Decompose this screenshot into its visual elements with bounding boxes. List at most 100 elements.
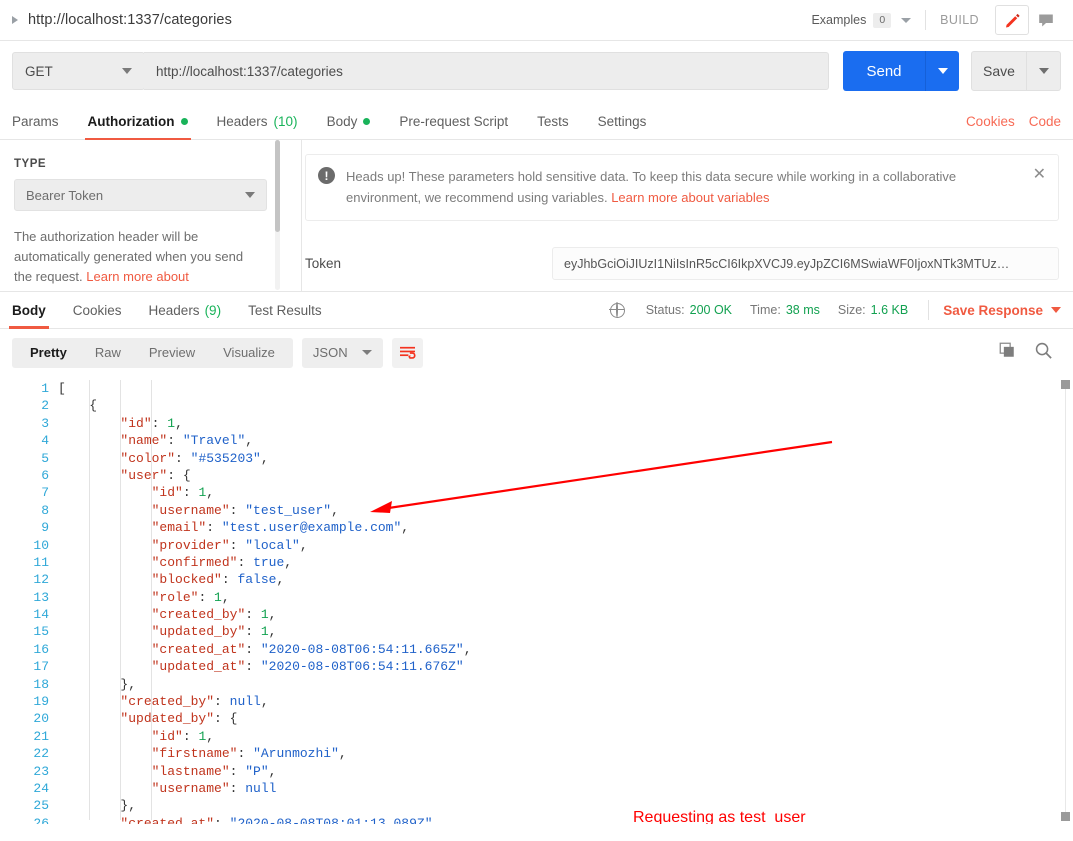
view-mode-preview[interactable]: Preview <box>135 338 209 368</box>
code-line: }, <box>120 798 137 814</box>
indent-guide <box>151 380 152 820</box>
code-link[interactable]: Code <box>1029 114 1061 129</box>
line-number: 13 <box>33 589 49 605</box>
line-number: 3 <box>41 415 49 431</box>
line-number: 18 <box>33 676 49 692</box>
close-icon[interactable]: ✕ <box>1033 167 1046 208</box>
modified-indicator-icon <box>180 118 188 125</box>
send-options-button[interactable] <box>925 51 959 91</box>
line-number: 12 <box>33 572 49 588</box>
send-button[interactable]: Send <box>843 51 925 91</box>
auth-panel-scrollbar[interactable] <box>275 140 280 290</box>
code-line: "updated_at": "2020-08-08T06:54:11.676Z" <box>151 659 464 675</box>
line-number: 11 <box>33 554 49 570</box>
code-line: "lastname": "P", <box>151 763 277 779</box>
code-line: "id": 1, <box>151 485 215 501</box>
response-format-select[interactable]: JSON <box>301 337 383 368</box>
edit-pencil-button[interactable] <box>995 5 1029 35</box>
response-tab-headers[interactable]: Headers (9) <box>149 292 222 329</box>
code-line: "name": "Travel", <box>120 433 254 449</box>
response-tab-test-results[interactable]: Test Results <box>248 292 322 329</box>
response-body-viewer[interactable]: 1 2 3 4 5 6 7 8 9 10 11 12 13 14 15 16 17 18 19 20 21 22 23 24 2… <box>0 376 1073 824</box>
scrollbar-thumb[interactable] <box>275 140 280 232</box>
time-label: Time: <box>750 303 781 317</box>
code-line: "updated_by": { <box>120 711 238 727</box>
auth-help-link[interactable]: Learn more about <box>86 269 189 284</box>
save-button-group: Save <box>971 51 1061 91</box>
send-button-group: Send <box>843 51 959 91</box>
response-body-toolbar: Pretty Raw Preview Visualize JSON <box>0 329 1073 376</box>
line-number: 4 <box>41 433 49 449</box>
annotation-label: Requesting as test_user <box>633 809 806 824</box>
line-number: 24 <box>33 780 49 796</box>
auth-details-column: ! Heads up! These parameters hold sensit… <box>288 140 1073 291</box>
request-tab-tests[interactable]: Tests <box>537 114 569 139</box>
line-number: 1 <box>41 381 49 396</box>
response-tab-cookies[interactable]: Cookies <box>73 292 122 329</box>
authorization-panel: TYPE Bearer Token The authorization head… <box>0 140 1073 292</box>
line-number: 15 <box>33 624 49 640</box>
view-mode-raw[interactable]: Raw <box>81 338 135 368</box>
chevron-down-icon <box>361 350 372 355</box>
code-line: "role": 1, <box>151 589 230 605</box>
token-row: Token eyJhbGciOiJIUzI1NiIsInR5cCI6IkpXVC… <box>305 247 1059 280</box>
tab-label: Authorization <box>87 114 175 129</box>
cookies-link[interactable]: Cookies <box>966 114 1015 129</box>
auth-type-select[interactable]: Bearer Token <box>14 179 267 211</box>
build-button[interactable]: BUILD <box>940 13 979 27</box>
wrap-lines-button[interactable] <box>391 337 423 368</box>
line-number: 25 <box>33 798 49 814</box>
save-button[interactable]: Save <box>971 51 1027 91</box>
response-body-scrollbar[interactable] <box>1061 376 1070 824</box>
copy-button[interactable] <box>998 341 1016 364</box>
scrollbar-thumb[interactable] <box>1061 380 1070 389</box>
size-label: Size: <box>837 303 866 317</box>
line-number: 21 <box>33 728 49 744</box>
code-line: "blocked": false, <box>151 572 285 588</box>
code-line: "updated_by": 1, <box>151 624 277 640</box>
request-tab-settings[interactable]: Settings <box>598 114 647 139</box>
chevron-down-icon <box>122 68 132 74</box>
search-button[interactable] <box>1034 341 1053 365</box>
auth-type-column: TYPE Bearer Token The authorization head… <box>0 140 288 291</box>
code-line: "firstname": "Arunmozhi", <box>151 746 347 762</box>
view-mode-pretty[interactable]: Pretty <box>16 338 81 368</box>
response-tab-body[interactable]: Body <box>9 292 49 329</box>
expand-caret-icon[interactable] <box>12 16 18 24</box>
search-icon <box>1035 342 1052 359</box>
save-response-chevron-down-icon[interactable] <box>1051 307 1061 313</box>
examples-chevron-down-icon[interactable] <box>901 17 912 23</box>
tab-label: Headers <box>148 302 200 318</box>
http-method-select[interactable]: GET <box>12 52 145 90</box>
request-tab-params[interactable]: Params <box>12 114 59 139</box>
request-tab-pre-request-script[interactable]: Pre-request Script <box>399 114 508 139</box>
line-number: 16 <box>33 641 49 657</box>
line-number: 9 <box>41 520 49 536</box>
save-response-button[interactable]: Save Response <box>943 303 1043 318</box>
comments-button[interactable] <box>1029 5 1063 35</box>
request-tab-authorization[interactable]: Authorization <box>84 114 191 140</box>
code-line: [ <box>58 381 66 396</box>
tab-label: Headers <box>216 114 268 129</box>
modified-indicator-icon <box>363 118 371 125</box>
line-number: 14 <box>33 607 49 623</box>
response-tabs-bar: Body Cookies Headers (9) Test Results Status… <box>0 292 1073 329</box>
scrollbar-down-arrow[interactable] <box>1061 812 1070 821</box>
request-tab-body[interactable]: Body <box>327 114 371 139</box>
token-input[interactable]: eyJhbGciOiJIUzI1NiIsInR5cCI6IkpXVCJ9.eyJ… <box>552 247 1059 280</box>
request-tab-headers[interactable]: Headers (10) <box>217 114 298 139</box>
code-line: "username": "test_user", <box>151 502 339 518</box>
request-url-input[interactable]: http://localhost:1337/categories <box>144 52 829 90</box>
examples-label: Examples <box>811 13 867 27</box>
http-method-value: GET <box>25 63 53 79</box>
code-line: "id": 1, <box>151 728 215 744</box>
scrollbar-track <box>1065 386 1066 814</box>
notice-link[interactable]: Learn more about variables <box>611 190 769 205</box>
word-wrap-icon <box>399 346 416 359</box>
tab-count: (10) <box>273 114 298 129</box>
view-mode-visualize[interactable]: Visualize <box>209 338 289 368</box>
token-label: Token <box>305 256 342 271</box>
auth-type-value: Bearer Token <box>26 187 104 203</box>
status-label: Status: <box>645 303 685 317</box>
save-options-button[interactable] <box>1027 51 1061 91</box>
